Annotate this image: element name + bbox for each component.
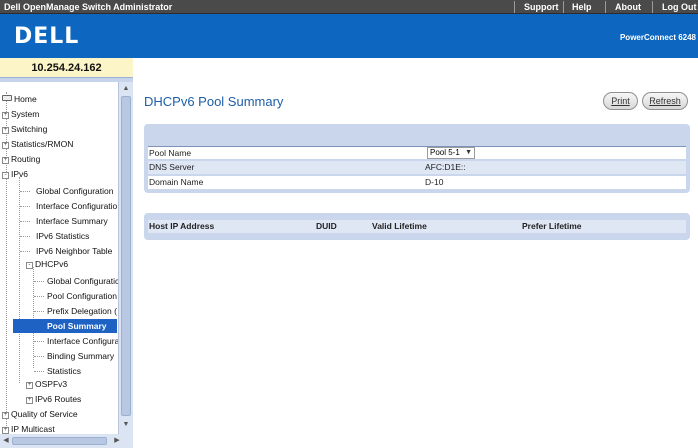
sidebar-item-routing[interactable]: + Routing xyxy=(2,152,40,166)
tree-guide xyxy=(34,311,44,312)
tree-guide xyxy=(34,371,44,372)
separator xyxy=(563,1,564,13)
sidebar-item-ipv6-statistics[interactable]: IPv6 Statistics xyxy=(36,229,89,243)
expand-icon[interactable]: + xyxy=(2,412,9,419)
tree-guide xyxy=(34,356,44,357)
horizontal-scrollbar[interactable]: ◀ ▶ xyxy=(0,434,133,448)
folder-icon xyxy=(2,95,12,101)
expand-icon[interactable]: + xyxy=(2,157,9,164)
sidebar-item-ipv6-routes[interactable]: + IPv6 Routes xyxy=(26,392,81,406)
tree-guide xyxy=(34,341,44,342)
expand-icon[interactable]: + xyxy=(26,382,33,389)
sidebar-item-dhcpv6[interactable]: - DHCPv6 xyxy=(26,257,68,271)
sidebar-item-pool-summary[interactable]: Pool Summary xyxy=(13,319,117,333)
log-out-link[interactable]: Log Out xyxy=(662,2,697,12)
navigation-tree: Home + System + Switching + Statistics/RMON… xyxy=(0,82,119,434)
separator xyxy=(514,1,515,13)
separator xyxy=(652,1,653,13)
vertical-scroll-thumb[interactable] xyxy=(121,96,131,416)
pool-name-select[interactable]: Pool 5-1 ▼ xyxy=(427,147,475,159)
expand-icon[interactable]: + xyxy=(2,427,9,434)
ip-address: 10.254.24.162 xyxy=(31,62,102,74)
tree-guide xyxy=(20,206,30,207)
sidebar-item-ospfv3[interactable]: + OSPFv3 xyxy=(26,377,67,391)
sidebar-item-ipv6[interactable]: - IPv6 xyxy=(2,167,28,181)
page-title: DHCPv6 Pool Summary xyxy=(144,94,284,109)
vertical-scrollbar[interactable]: ▲ ▼ xyxy=(119,82,133,434)
tree-guide xyxy=(19,177,20,383)
expand-icon[interactable]: + xyxy=(2,142,9,149)
sidebar-item-interface-summary[interactable]: Interface Summary xyxy=(36,214,108,228)
scroll-left-icon[interactable]: ◀ xyxy=(1,436,11,446)
sidebar: 10.254.24.162 Home + System + Switching + S… xyxy=(0,58,133,448)
ip-address-box: 10.254.24.162 xyxy=(0,58,133,78)
pool-name-selected-value: Pool 5-1 xyxy=(430,148,460,157)
pool-name-label: Pool Name xyxy=(149,148,192,158)
hosts-table-header: Host IP Address DUID Valid Lifetime Pref… xyxy=(148,220,686,233)
about-link[interactable]: About xyxy=(615,2,641,12)
sidebar-item-dhcpv6-statistics[interactable]: Statistics xyxy=(47,364,81,378)
print-button[interactable]: Print xyxy=(603,92,638,110)
dns-server-value: AFC:D1E:: xyxy=(425,162,466,172)
header-banner: DELL PowerConnect 6248 xyxy=(0,14,698,58)
product-name: PowerConnect 6248 xyxy=(619,33,696,42)
sidebar-item-ip-multicast[interactable]: + IP Multicast xyxy=(2,422,55,434)
domain-name-label: Domain Name xyxy=(149,177,204,187)
dns-server-row: DNS Server AFC:D1E:: xyxy=(148,161,686,174)
app-title: Dell OpenManage Switch Administrator xyxy=(4,2,173,12)
support-link[interactable]: Support xyxy=(524,2,559,12)
tree-guide xyxy=(33,267,34,368)
sidebar-item-binding-summary[interactable]: Binding Summary xyxy=(47,349,114,363)
column-header-duid: DUID xyxy=(316,221,337,231)
sidebar-item-pool-configuration[interactable]: Pool Configuration xyxy=(47,289,117,303)
expand-icon[interactable]: + xyxy=(26,397,33,404)
tree-guide xyxy=(20,191,30,192)
sidebar-item-system[interactable]: + System xyxy=(2,107,39,121)
top-bar: Dell OpenManage Switch Administrator Sup… xyxy=(0,0,698,14)
expand-icon[interactable]: + xyxy=(2,127,9,134)
collapse-icon[interactable]: - xyxy=(26,262,33,269)
expand-icon[interactable]: + xyxy=(2,112,9,119)
sidebar-item-dhcpv6-interface-configuration[interactable]: Interface Configura xyxy=(47,334,118,348)
scroll-down-icon[interactable]: ▼ xyxy=(121,420,131,430)
tree-guide xyxy=(34,281,44,282)
sidebar-item-ipv6-neighbor-table[interactable]: IPv6 Neighbor Table xyxy=(36,244,112,258)
separator xyxy=(605,1,606,13)
horizontal-scroll-thumb[interactable] xyxy=(12,437,107,445)
sidebar-item-switching[interactable]: + Switching xyxy=(2,122,47,136)
domain-name-value: D-10 xyxy=(425,177,444,187)
sidebar-item-dhcpv6-global-configuration[interactable]: Global Configuratic xyxy=(47,274,118,288)
scroll-up-icon[interactable]: ▲ xyxy=(121,84,131,94)
collapse-icon[interactable]: - xyxy=(2,172,9,179)
sidebar-item-prefix-delegation[interactable]: Prefix Delegation ( xyxy=(47,304,117,318)
tree-guide xyxy=(20,221,30,222)
refresh-button[interactable]: Refresh xyxy=(642,92,688,110)
column-header-valid-lifetime: Valid Lifetime xyxy=(372,221,427,231)
scroll-right-icon[interactable]: ▶ xyxy=(112,436,122,446)
tree-guide xyxy=(20,236,30,237)
chevron-down-icon: ▼ xyxy=(465,149,472,156)
tree-guide xyxy=(20,251,30,252)
tree-guide xyxy=(34,296,44,297)
pool-summary-panel: Pool Name Pool 5-1 ▼ DNS Server AFC:D1E:… xyxy=(144,124,690,193)
dns-server-label: DNS Server xyxy=(149,162,195,172)
sidebar-item-quality-of-service[interactable]: + Quality of Service xyxy=(2,407,78,421)
sidebar-item-home[interactable]: Home xyxy=(2,92,37,106)
column-header-prefer-lifetime: Prefer Lifetime xyxy=(522,221,582,231)
hosts-table-panel: Host IP Address DUID Valid Lifetime Pref… xyxy=(144,213,690,240)
sidebar-item-global-configuration[interactable]: Global Configuration xyxy=(36,184,114,198)
domain-name-row: Domain Name D-10 xyxy=(148,176,686,189)
sidebar-item-statistics-rmon[interactable]: + Statistics/RMON xyxy=(2,137,73,151)
column-header-host-ip: Host IP Address xyxy=(149,221,215,231)
pool-name-row: Pool Name Pool 5-1 ▼ xyxy=(148,146,686,159)
dell-logo: DELL xyxy=(14,24,80,49)
help-link[interactable]: Help xyxy=(572,2,592,12)
sidebar-item-interface-configuration[interactable]: Interface Configuratio xyxy=(36,199,117,213)
